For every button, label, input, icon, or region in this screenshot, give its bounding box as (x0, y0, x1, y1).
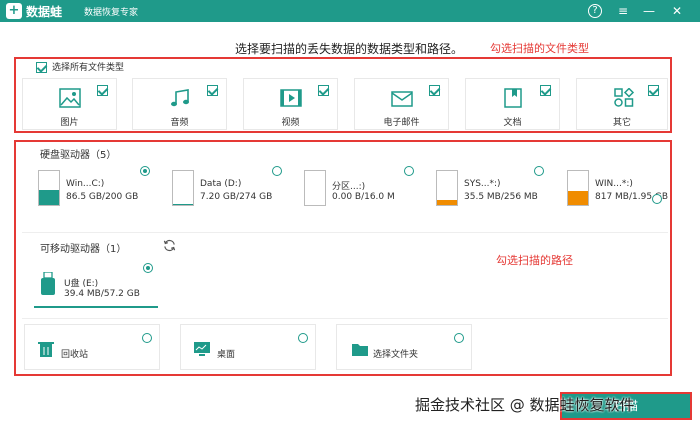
usb-drive-icon (41, 272, 55, 295)
type-checkbox-video[interactable] (318, 85, 329, 96)
drive-radio-partition[interactable] (404, 166, 414, 176)
drive-partition[interactable]: 分区...:) 0.00 B/16.0 M (304, 170, 424, 210)
location-label: 回收站 (61, 350, 89, 360)
hard-drives-title: 硬盘驱动器（5） (40, 150, 117, 161)
location-desktop[interactable]: 桌面 (180, 324, 316, 370)
drive-size: 0.00 B/16.0 M (332, 192, 395, 202)
drive-size: 7.20 GB/274 GB (200, 192, 273, 202)
drive-name: Data (D:) (200, 179, 242, 189)
drive-radio-c[interactable] (140, 166, 150, 176)
drive-radio-sys[interactable] (534, 166, 544, 176)
removable-title: 可移动驱动器（1） (40, 244, 127, 255)
folder-icon (352, 344, 368, 356)
drive-volume-icon (436, 170, 458, 206)
drive-c[interactable]: Win...C:) 86.5 GB/200 GB (38, 170, 158, 210)
minimize-icon[interactable]: — (640, 2, 658, 20)
location-label: 桌面 (217, 350, 236, 360)
drive-name: 分区...:) (332, 182, 366, 192)
drive-name: WIN...*:) (595, 179, 633, 189)
desktop-icon (194, 342, 210, 356)
drive-sys[interactable]: SYS...*:) 35.5 MB/256 MB (436, 170, 556, 210)
type-card-document[interactable]: 文档 (465, 78, 560, 130)
type-checkbox-image[interactable] (97, 85, 108, 96)
drive-volume-icon (304, 170, 326, 206)
watermark-text: 掘金技术社区 @ 数据蛙恢复软件 (415, 396, 635, 414)
type-card-email[interactable]: 电子邮件 (354, 78, 449, 130)
type-checkbox-other[interactable] (648, 85, 659, 96)
drive-volume-icon (567, 170, 589, 206)
close-icon[interactable]: ✕ (668, 2, 686, 20)
app-name: 数据蛙 (26, 5, 63, 19)
app-subtitle: 数据恢复专家 (84, 8, 139, 18)
location-recycle-bin[interactable]: 回收站 (24, 324, 160, 370)
menu-icon[interactable]: ≡ (614, 2, 632, 20)
drive-volume-icon (172, 170, 194, 206)
section-divider (22, 232, 668, 233)
annotation-types: 勾选扫描的文件类型 (490, 42, 589, 55)
drive-win[interactable]: WIN...*:) 817 MB/1.95 GB (567, 170, 687, 210)
drive-size: 86.5 GB/200 GB (66, 192, 139, 202)
drive-radio-d[interactable] (272, 166, 282, 176)
drive-radio-win[interactable] (652, 194, 662, 204)
select-all-label: 选择所有文件类型 (52, 63, 125, 73)
other-icon (614, 88, 635, 107)
type-card-other[interactable]: 其它 (576, 78, 668, 130)
type-checkbox-email[interactable] (429, 85, 440, 96)
type-checkbox-document[interactable] (540, 85, 551, 96)
usb-drive-e[interactable]: U盘 (E:) 39.4 MB/57.2 GB (34, 266, 158, 308)
location-radio-folder[interactable] (454, 333, 464, 343)
drive-d[interactable]: Data (D:) 7.20 GB/274 GB (172, 170, 292, 210)
app-logo-icon: + (6, 3, 22, 19)
type-card-video[interactable]: 视频 (243, 78, 338, 130)
type-label: 其它 (612, 118, 631, 128)
type-label: 图片 (60, 118, 79, 128)
image-icon (59, 88, 81, 108)
video-icon (280, 89, 302, 107)
type-label: 音频 (170, 118, 189, 128)
type-card-audio[interactable]: 音频 (132, 78, 227, 130)
location-label: 选择文件夹 (373, 350, 419, 360)
section-divider (22, 318, 668, 319)
title-bar: + 数据蛙 数据恢复专家 ? ≡ — ✕ (0, 0, 700, 22)
drive-name: Win...C:) (66, 179, 105, 189)
type-label: 电子邮件 (383, 118, 420, 128)
email-icon (391, 91, 413, 107)
type-checkbox-audio[interactable] (207, 85, 218, 96)
location-radio-desktop[interactable] (298, 333, 308, 343)
document-icon (504, 88, 522, 108)
location-choose-folder[interactable]: 选择文件夹 (336, 324, 472, 370)
select-all-types[interactable]: 选择所有文件类型 (36, 60, 124, 73)
refresh-icon[interactable] (163, 239, 176, 252)
location-radio-recycle-bin[interactable] (142, 333, 152, 343)
recycle-bin-icon (38, 342, 54, 357)
usb-name: U盘 (E:) (64, 279, 99, 289)
usb-size: 39.4 MB/57.2 GB (64, 289, 140, 299)
select-all-checkbox[interactable] (36, 62, 47, 73)
annotation-paths: 勾选扫描的路径 (496, 254, 573, 267)
drive-name: SYS...*:) (464, 179, 501, 189)
help-icon[interactable]: ? (588, 4, 602, 18)
music-icon (171, 89, 189, 107)
instruction-text: 选择要扫描的丢失数据的数据类型和路径。 (235, 42, 464, 56)
type-card-image[interactable]: 图片 (22, 78, 117, 130)
type-label: 视频 (281, 118, 300, 128)
usb-radio-e[interactable] (143, 263, 153, 273)
type-label: 文档 (503, 118, 522, 128)
drive-size: 35.5 MB/256 MB (464, 192, 538, 202)
drive-volume-icon (38, 170, 60, 206)
